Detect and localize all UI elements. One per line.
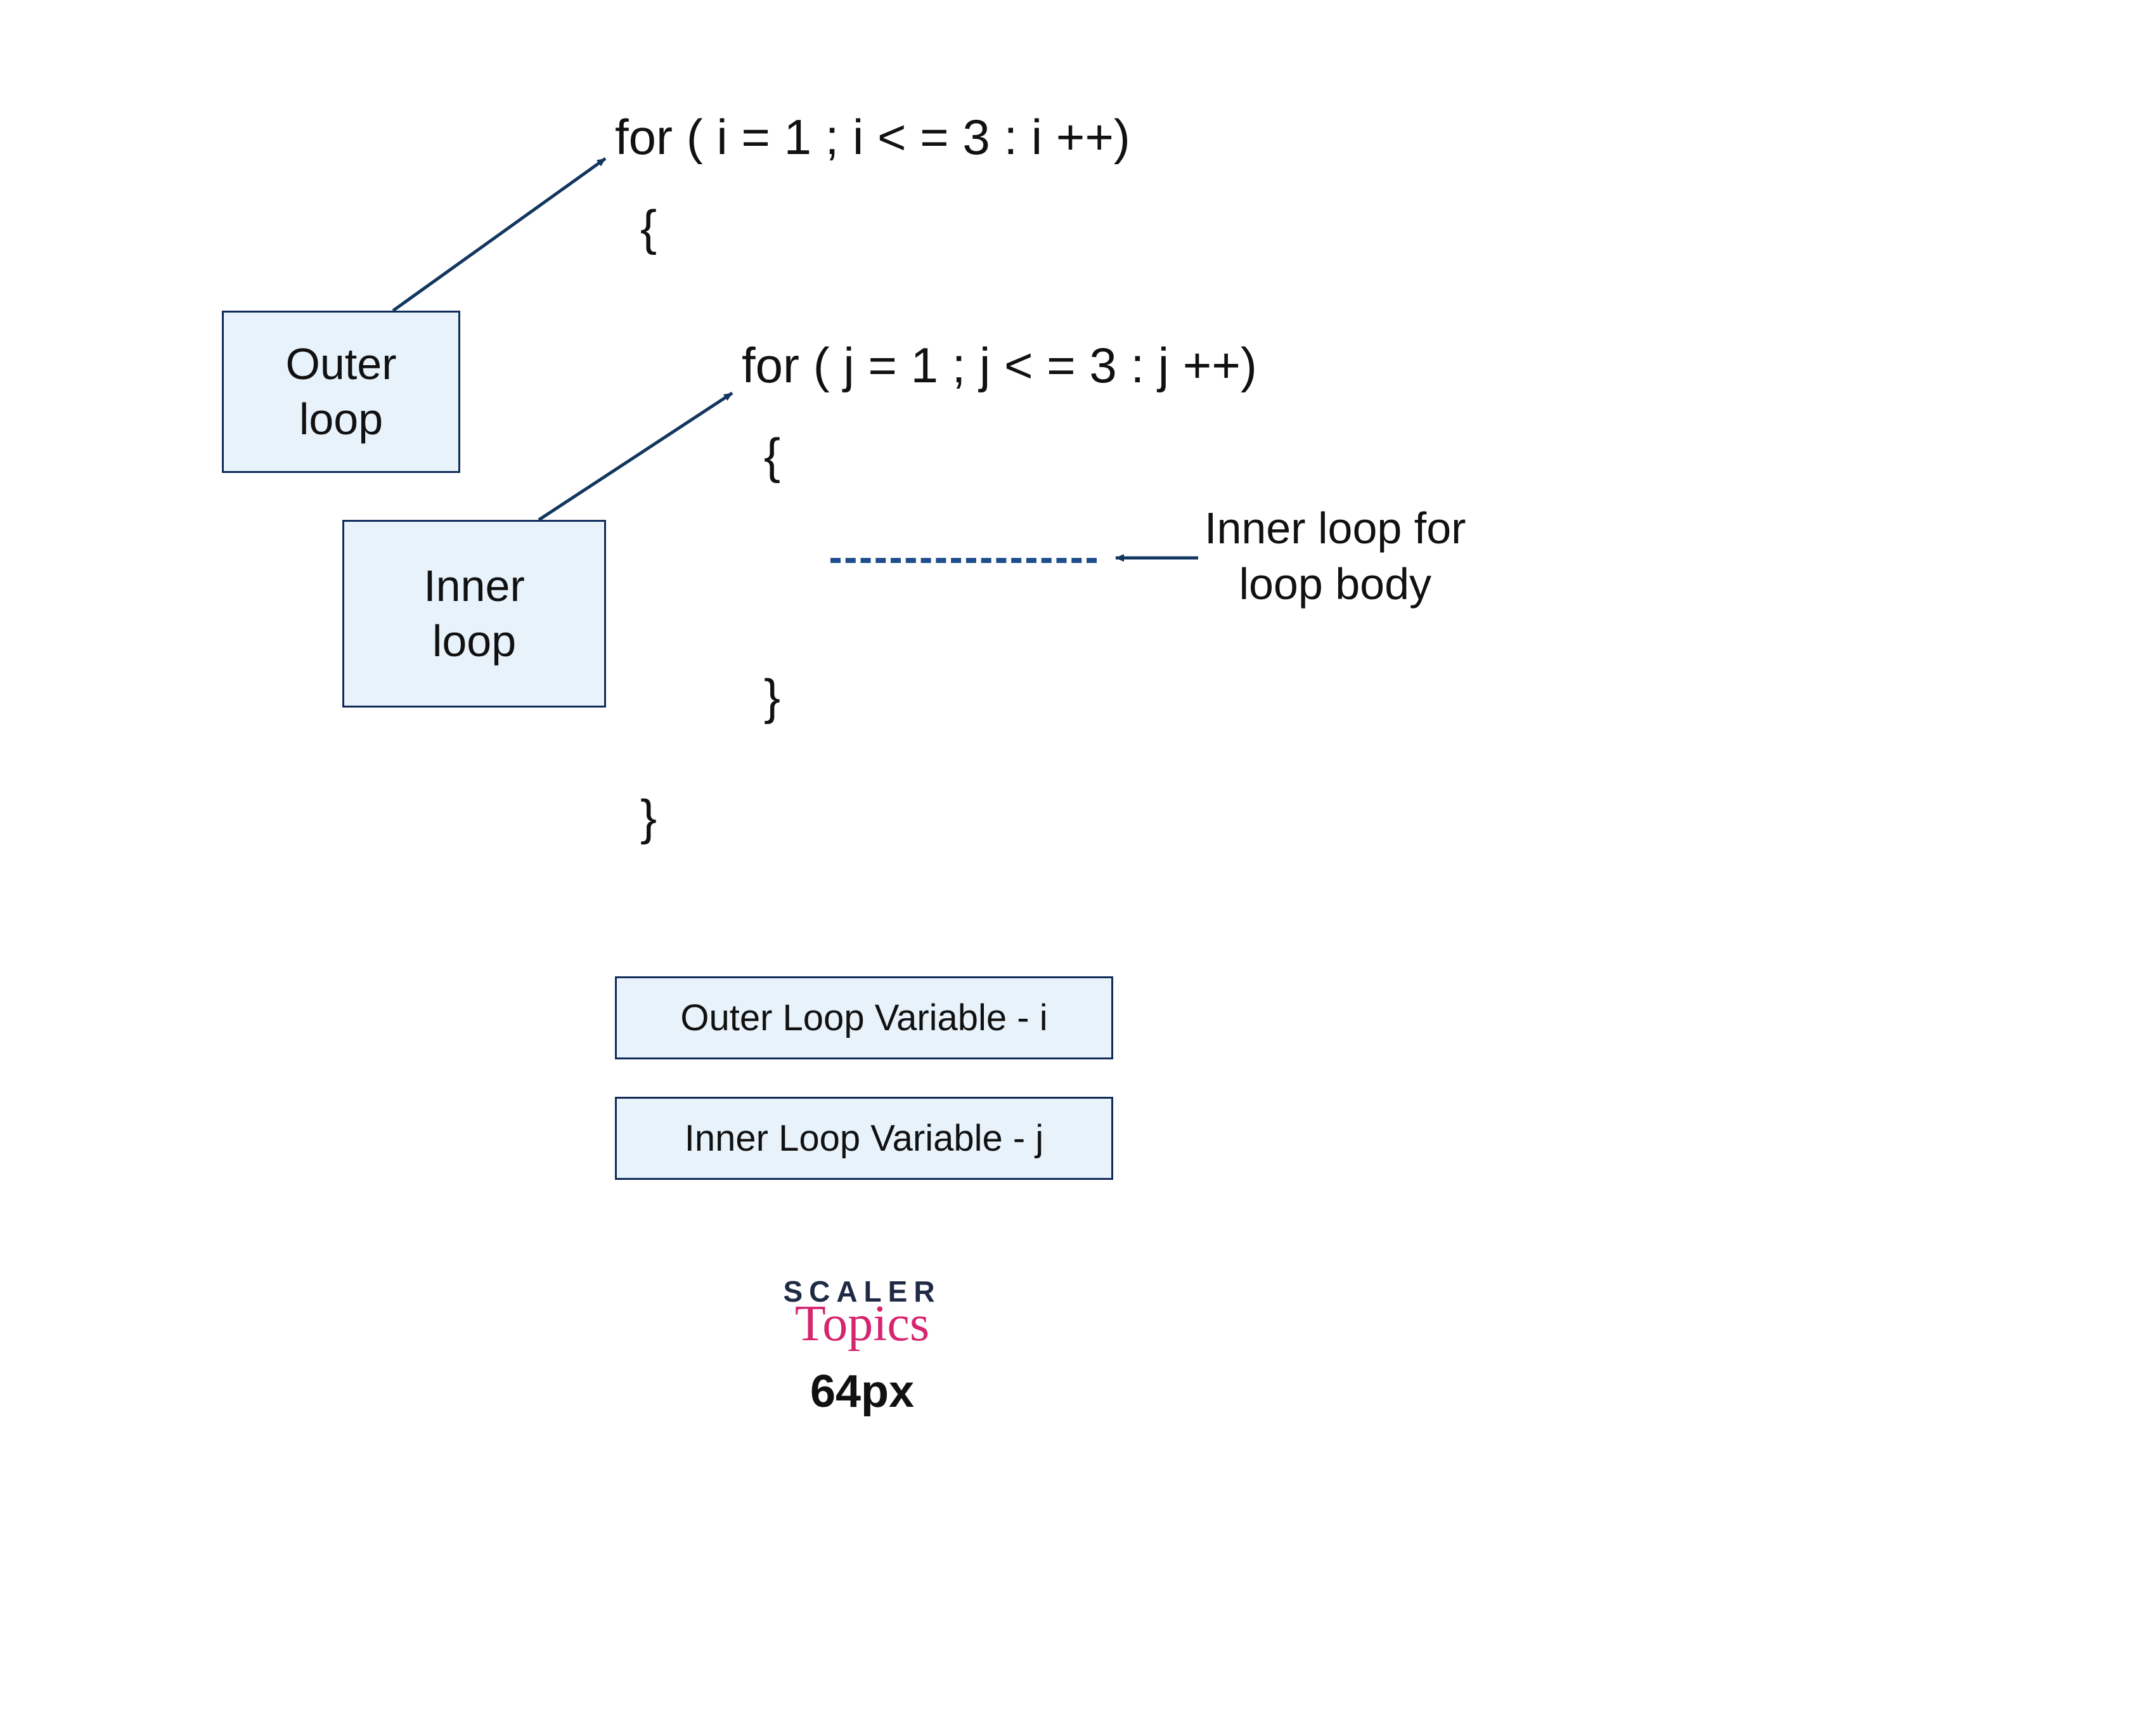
- arrow-outer-loop: [393, 158, 605, 311]
- diagram-canvas: for ( i = 1 ; i < = 3 : i ++) { for ( j …: [0, 0, 2156, 1720]
- inner-body-dashes: [830, 558, 1097, 563]
- brand-logo: SCALER Topics 64px: [735, 1274, 989, 1418]
- inner-close-brace: }: [764, 672, 780, 721]
- inner-for-line: for ( j = 1 ; j < = 3 : j ++): [742, 336, 1257, 396]
- inner-loop-label-box: Inner loop: [342, 520, 606, 708]
- outer-loop-label-line2: loop: [299, 392, 383, 448]
- outer-close-brace: }: [640, 792, 657, 842]
- inner-body-annotation-line2: loop body: [1204, 557, 1466, 612]
- outer-open-brace: {: [640, 203, 657, 252]
- inner-open-brace: {: [764, 431, 780, 481]
- inner-body-annotation-line1: Inner loop for: [1204, 501, 1466, 557]
- outer-for-line: for ( i = 1 ; i < = 3 : i ++): [615, 108, 1130, 167]
- inner-body-annotation: Inner loop for loop body: [1204, 501, 1466, 612]
- px-label: 64px: [735, 1366, 989, 1418]
- outer-loop-label-box: Outer loop: [222, 311, 460, 473]
- inner-loop-label-line1: Inner: [423, 559, 525, 614]
- legend-outer-var: Outer Loop Variable - i: [615, 976, 1113, 1059]
- arrow-inner-loop: [539, 393, 732, 520]
- outer-loop-label-line1: Outer: [285, 337, 396, 392]
- inner-loop-label-line2: loop: [432, 614, 516, 669]
- legend-inner-var: Inner Loop Variable - j: [615, 1097, 1113, 1180]
- logo-bottom-text: Topics: [735, 1301, 989, 1347]
- arrows-overlay: [0, 0, 2156, 1720]
